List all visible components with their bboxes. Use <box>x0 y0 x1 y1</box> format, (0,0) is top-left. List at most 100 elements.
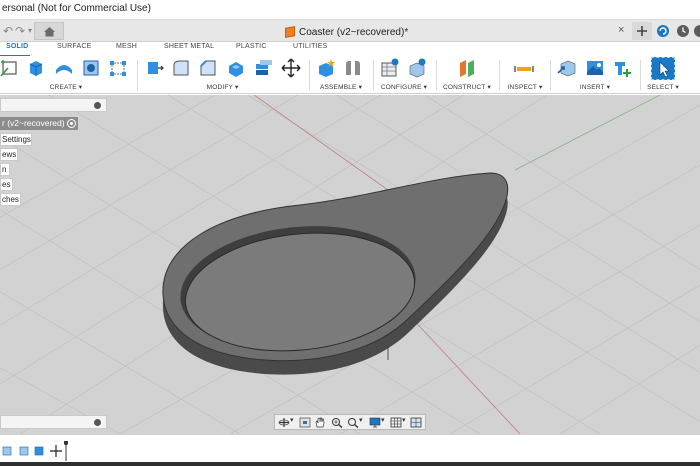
document-tab[interactable]: Coaster (v2~recovered)* <box>285 22 408 42</box>
ribbon-divider <box>137 60 138 90</box>
help-icon <box>694 25 700 37</box>
clock-icon <box>677 25 689 37</box>
activate-component-icon[interactable] <box>67 119 76 128</box>
browser-item-label: n <box>2 165 7 174</box>
fillet-icon[interactable] <box>171 58 191 78</box>
orbit-dropdown-icon[interactable]: ▾ <box>290 416 294 424</box>
assemble-group: ASSEMBLE ▾ <box>312 56 370 94</box>
document-tab-name: Coaster (v2~recovered)* <box>299 26 409 38</box>
extrude-feature-icon[interactable] <box>34 446 44 456</box>
create-menu[interactable]: CREATE ▾ <box>0 83 132 91</box>
display-settings-icon[interactable] <box>369 417 381 428</box>
modify-group: MODIFY ▾ <box>140 56 305 94</box>
viewports-icon[interactable] <box>410 417 422 428</box>
job-status-button[interactable] <box>653 22 673 40</box>
ribbon-divider <box>309 60 310 90</box>
browser-collapse-icon[interactable] <box>94 102 101 109</box>
tab-surface[interactable]: SURFACE <box>57 43 91 50</box>
browser-item-label: ews <box>2 150 17 159</box>
zoom-icon[interactable] <box>331 417 343 428</box>
fusion-app-window: ersonal (Not for Commercial Use) ↶ ↷ ▾ C… <box>0 0 700 466</box>
ribbon-divider <box>550 60 551 90</box>
ribbon-tabs: SOLID SURFACE MESH SHEET METAL PLASTIC U… <box>0 42 700 57</box>
help-button[interactable] <box>692 22 700 40</box>
timeline-bottom-bar <box>0 462 700 466</box>
tab-solid[interactable]: SOLID <box>6 43 28 50</box>
insert-mcmaster-icon[interactable] <box>612 58 632 78</box>
ribbon-divider <box>373 60 374 90</box>
plus-icon <box>637 26 647 36</box>
offset-plane-icon[interactable] <box>457 58 477 78</box>
home-button[interactable] <box>34 22 64 40</box>
comments-header[interactable] <box>0 415 107 429</box>
tab-sheet-metal[interactable]: SHEET METAL <box>164 43 214 50</box>
create-sketch-icon[interactable] <box>0 58 20 78</box>
insert-menu[interactable]: INSERT ▾ <box>553 83 637 91</box>
zoom-window-icon[interactable] <box>347 417 359 428</box>
tab-plastic[interactable]: PLASTIC <box>236 43 267 50</box>
shell-icon[interactable] <box>226 58 246 78</box>
orbit-icon[interactable] <box>278 417 290 428</box>
coaster-model[interactable] <box>162 172 509 375</box>
configure-rule-icon[interactable] <box>407 58 427 78</box>
pan-hand-icon[interactable] <box>314 417 326 428</box>
select-tool-button[interactable] <box>651 57 675 80</box>
measure-icon[interactable] <box>514 58 534 78</box>
assemble-menu[interactable]: ASSEMBLE ▾ <box>312 83 370 91</box>
comments-toggle-icon[interactable] <box>94 419 101 426</box>
tab-utilities[interactable]: UTILITIES <box>293 43 327 50</box>
browser-item-settings[interactable]: Settings <box>0 133 32 146</box>
timeline-start-icon[interactable] <box>2 446 12 456</box>
title-bar: ersonal (Not for Commercial Use) <box>0 0 700 20</box>
job-status-icon <box>657 25 669 37</box>
construct-menu[interactable]: CONSTRUCT ▾ <box>439 83 495 91</box>
joint-icon[interactable] <box>343 58 363 78</box>
y-axis-line <box>514 95 661 171</box>
configure-table-icon[interactable] <box>380 58 400 78</box>
configure-menu[interactable]: CONFIGURE ▾ <box>376 83 432 91</box>
configure-group: CONFIGURE ▾ <box>376 56 432 94</box>
browser-item-views[interactable]: ews <box>0 148 18 161</box>
sketch-feature-icon[interactable] <box>19 446 29 456</box>
timeline-move-icon[interactable] <box>50 445 62 457</box>
select-group: SELECT ▾ <box>643 56 683 94</box>
browser-item-origin[interactable]: n <box>0 163 10 176</box>
hole-icon[interactable] <box>81 58 101 78</box>
extensions-button[interactable] <box>673 22 693 40</box>
window-title: ersonal (Not for Commercial Use) <box>2 3 151 14</box>
timeline-marker-icon[interactable] <box>64 441 68 461</box>
inspect-group: INSPECT ▾ <box>502 56 548 94</box>
browser-item-sketches[interactable]: ches <box>0 193 21 206</box>
revolve-icon[interactable] <box>54 58 74 78</box>
ribbon-divider <box>640 60 641 90</box>
press-pull-icon[interactable] <box>144 58 164 78</box>
modify-menu[interactable]: MODIFY ▾ <box>140 83 305 91</box>
extrude-icon[interactable] <box>26 58 46 78</box>
select-menu[interactable]: SELECT ▾ <box>643 83 683 91</box>
grid-dropdown-icon[interactable]: ▾ <box>402 416 406 424</box>
new-tab-button[interactable] <box>632 22 652 40</box>
combine-icon[interactable] <box>254 58 274 78</box>
cursor-arrow-icon <box>659 61 670 78</box>
browser-header[interactable] <box>0 98 107 112</box>
look-at-icon[interactable] <box>299 417 311 428</box>
tab-mesh[interactable]: MESH <box>116 43 137 50</box>
insert-canvas-icon[interactable] <box>585 58 605 78</box>
3d-viewport[interactable] <box>0 95 700 434</box>
inspect-menu[interactable]: INSPECT ▾ <box>502 83 548 91</box>
navigation-bar: ▾ ▾ ▾ ▾ <box>274 414 426 430</box>
quick-access-bar: ↶ ↷ ▾ Coaster (v2~recovered)* × <box>0 20 700 42</box>
zoom-dropdown-icon[interactable]: ▾ <box>359 416 363 424</box>
browser-item-bodies[interactable]: es <box>0 178 13 191</box>
close-tab-icon[interactable]: × <box>618 24 624 36</box>
ribbon-divider <box>436 60 437 90</box>
move-copy-icon[interactable] <box>281 58 301 78</box>
grid-snaps-icon[interactable] <box>390 417 402 428</box>
insert-derive-icon[interactable] <box>557 58 577 78</box>
chamfer-icon[interactable] <box>198 58 218 78</box>
new-component-icon[interactable] <box>316 58 336 78</box>
browser-root-label: r (v2~recovered) <box>2 118 65 128</box>
ribbon-toolbar: CREATE ▾ MODIFY ▾ ASSEMBLE ▾ CONFIGURE ▾… <box>0 56 700 94</box>
pattern-icon[interactable] <box>108 58 128 78</box>
display-dropdown-icon[interactable]: ▾ <box>381 416 385 424</box>
